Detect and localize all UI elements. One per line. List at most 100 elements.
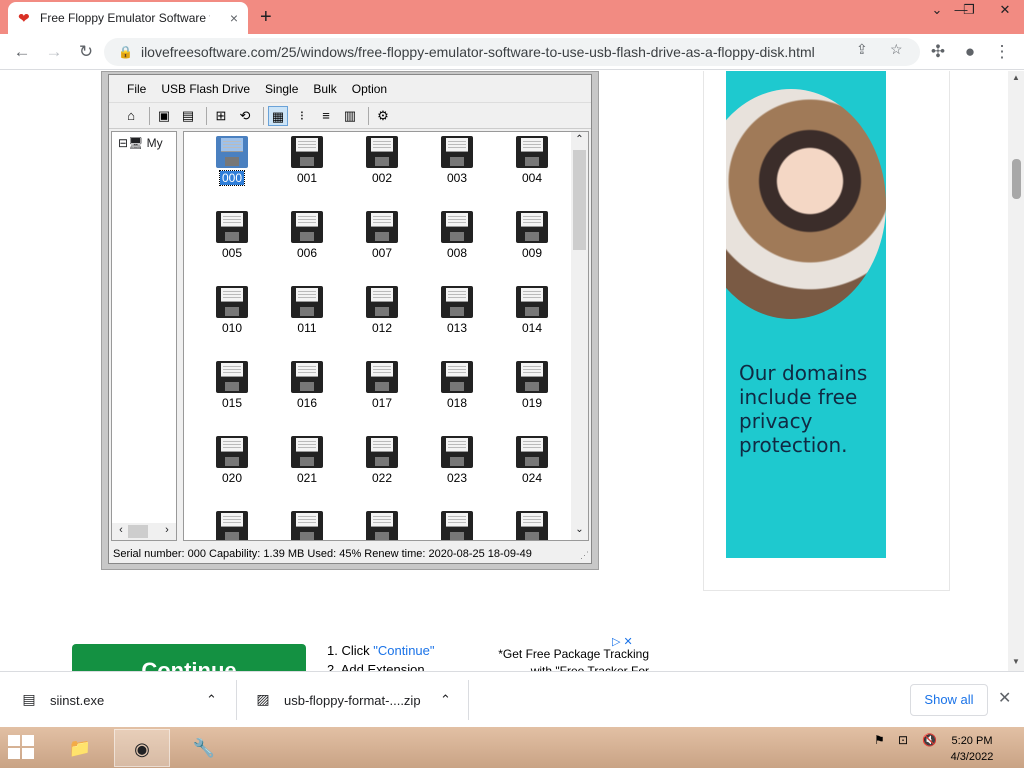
- show-all-button[interactable]: Show all: [910, 684, 988, 716]
- chevron-up-icon[interactable]: ⌃: [206, 692, 217, 708]
- details-view-icon[interactable]: ▥: [340, 106, 360, 126]
- menu-option[interactable]: Option: [352, 82, 387, 96]
- share-icon[interactable]: ⇪: [856, 41, 868, 58]
- table-icon[interactable]: ⊞: [211, 106, 231, 126]
- small-icons-view-icon[interactable]: ⁝: [292, 106, 312, 126]
- browser-menu-icon[interactable]: ⋮: [990, 40, 1014, 64]
- scroll-up-icon[interactable]: ⌃: [571, 134, 588, 145]
- floppy-disk-icon: [441, 361, 473, 393]
- floppy-disk-item[interactable]: 002: [352, 134, 412, 206]
- chrome-icon[interactable]: ◉: [114, 729, 170, 767]
- floppy-disk-item[interactable]: 000: [202, 134, 262, 206]
- settings-icon[interactable]: ⚙: [373, 106, 393, 126]
- scroll-down-icon[interactable]: ⌄: [571, 524, 588, 535]
- floppy-disk-icon: [366, 211, 398, 243]
- resize-grip-icon[interactable]: ⋰: [580, 550, 589, 561]
- new-tab-button[interactable]: +: [260, 6, 272, 29]
- download-item[interactable]: ▨ usb-floppy-format-....zip: [254, 672, 421, 728]
- floppy-disk-icon: [516, 436, 548, 468]
- save-all-icon[interactable]: ▤: [178, 106, 198, 126]
- browser-tab[interactable]: ❤ Free Floppy Emulator Software to Use U…: [8, 2, 248, 34]
- floppy-disk-item[interactable]: 022: [352, 434, 412, 506]
- extensions-puzzle-icon[interactable]: ✣: [926, 40, 950, 64]
- floppy-disk-item[interactable]: 021: [277, 434, 337, 506]
- floppy-disk-item[interactable]: 005: [202, 209, 262, 281]
- address-bar[interactable]: 🔒 ilovefreesoftware.com/25/windows/free-…: [104, 38, 920, 66]
- save-disk-icon[interactable]: ▣: [154, 106, 174, 126]
- tab-close-icon[interactable]: ×: [230, 10, 238, 26]
- floppy-disk-item[interactable]: 008: [427, 209, 487, 281]
- menu-single[interactable]: Single: [265, 82, 298, 96]
- floppy-disk-item[interactable]: 024: [502, 434, 562, 506]
- floppy-disk-number: 014: [521, 321, 543, 335]
- home-icon[interactable]: ⌂: [121, 106, 141, 126]
- floppy-disk-item[interactable]: 020: [202, 434, 262, 506]
- download-filename: usb-floppy-format-....zip: [284, 692, 421, 708]
- forward-arrow-icon[interactable]: →: [42, 40, 66, 64]
- floppy-disk-item[interactable]: 007: [352, 209, 412, 281]
- settings-wrench-icon[interactable]: 🔧: [176, 729, 232, 767]
- scroll-right-icon[interactable]: ›: [160, 524, 174, 536]
- floppy-disk-item[interactable]: 025: [202, 509, 262, 540]
- menu-file[interactable]: File: [127, 82, 146, 96]
- floppy-disk-item[interactable]: 023: [427, 434, 487, 506]
- sidebar-ad[interactable]: Our domains include free privacy protect…: [726, 71, 886, 558]
- system-clock[interactable]: 5:20 PM 4/3/2022: [944, 733, 1000, 765]
- scroll-down-icon[interactable]: ▼: [1008, 657, 1024, 666]
- windows-start-icon[interactable]: [8, 735, 36, 761]
- window-close-button[interactable]: ✕: [988, 0, 1022, 24]
- menu-bulk[interactable]: Bulk: [313, 82, 336, 96]
- refresh-icon[interactable]: ⟲: [235, 106, 255, 126]
- network-icon[interactable]: ⊡: [898, 733, 908, 747]
- chevron-up-icon[interactable]: ⌃: [440, 692, 451, 708]
- floppy-disk-item[interactable]: 017: [352, 359, 412, 431]
- download-item[interactable]: ▤ siinst.exe: [20, 672, 104, 728]
- menu-usb-flash-drive[interactable]: USB Flash Drive: [161, 82, 250, 96]
- scroll-thumb[interactable]: [128, 525, 148, 538]
- floppy-disk-item[interactable]: 011: [277, 284, 337, 356]
- large-icons-view-icon[interactable]: ▦: [268, 105, 288, 126]
- scroll-up-icon[interactable]: ▲: [1008, 73, 1024, 82]
- list-view-icon[interactable]: ≡: [316, 106, 336, 126]
- tree-item-my-computer[interactable]: ⊟🖥 My: [118, 136, 163, 150]
- volume-muted-icon[interactable]: 🔇: [922, 733, 937, 747]
- maximize-button[interactable]: ❐: [952, 0, 986, 24]
- reload-icon[interactable]: ↻: [74, 40, 98, 64]
- floppy-disk-item[interactable]: 029: [502, 509, 562, 540]
- floppy-disk-item[interactable]: 018: [427, 359, 487, 431]
- floppy-disk-item[interactable]: 012: [352, 284, 412, 356]
- floppy-disk-number: 019: [521, 396, 543, 410]
- scroll-thumb[interactable]: [573, 150, 586, 250]
- scroll-left-icon[interactable]: ‹: [114, 524, 128, 536]
- bookmark-star-icon[interactable]: ☆: [890, 41, 903, 58]
- floppy-disk-item[interactable]: 015: [202, 359, 262, 431]
- floppy-disk-item[interactable]: 009: [502, 209, 562, 281]
- floppy-disk-item[interactable]: 027: [352, 509, 412, 540]
- floppy-disk-item[interactable]: 028: [427, 509, 487, 540]
- page-scrollbar[interactable]: ▲ ▼: [1008, 71, 1024, 671]
- floppy-disk-item[interactable]: 013: [427, 284, 487, 356]
- tree-horizontal-scrollbar[interactable]: ‹ ›: [112, 523, 176, 540]
- floppy-disk-item[interactable]: 016: [277, 359, 337, 431]
- floppy-disk-item[interactable]: 006: [277, 209, 337, 281]
- floppy-disk-item[interactable]: 026: [277, 509, 337, 540]
- floppy-emulator-screenshot: File USB Flash Drive Single Bulk Option …: [101, 71, 599, 570]
- lock-icon[interactable]: 🔒: [118, 45, 133, 59]
- floppy-disk-icon: [516, 286, 548, 318]
- floppy-disk-icon: [291, 286, 323, 318]
- floppy-disk-item[interactable]: 014: [502, 284, 562, 356]
- continue-button[interactable]: Continue: [72, 644, 306, 671]
- action-center-flag-icon[interactable]: ⚑: [874, 733, 885, 747]
- floppy-disk-item[interactable]: 004: [502, 134, 562, 206]
- floppy-disk-number: 002: [371, 171, 393, 185]
- floppy-disk-item[interactable]: 003: [427, 134, 487, 206]
- back-arrow-icon[interactable]: ←: [10, 40, 34, 64]
- downloads-close-icon[interactable]: ✕: [998, 688, 1011, 708]
- profile-avatar-icon[interactable]: ●: [958, 40, 982, 64]
- grid-vertical-scrollbar[interactable]: ⌃ ⌄: [571, 132, 588, 540]
- floppy-disk-item[interactable]: 019: [502, 359, 562, 431]
- floppy-disk-item[interactable]: 010: [202, 284, 262, 356]
- file-explorer-icon[interactable]: 📁: [52, 729, 108, 767]
- floppy-disk-item[interactable]: 001: [277, 134, 337, 206]
- page-scroll-thumb[interactable]: [1012, 159, 1021, 199]
